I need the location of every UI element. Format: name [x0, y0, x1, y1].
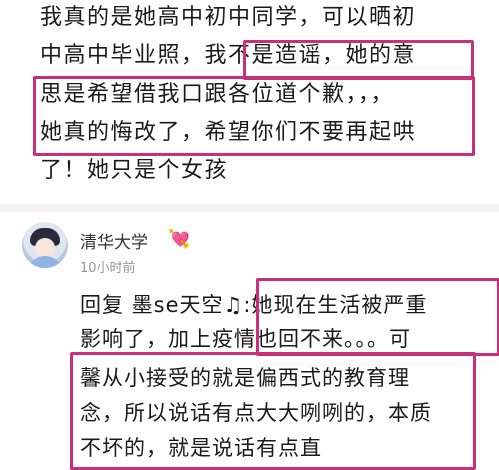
avatar[interactable]	[22, 222, 68, 268]
post-line-1: 我真的是她高中初中同学，可以晒初	[40, 5, 417, 30]
comment-line-5: 不坏的，就是说话有点直	[80, 436, 322, 460]
post-line-5: 了！她只是个女孩	[40, 158, 229, 183]
comment-line-1: 回复 墨se天空♫:她现在生活被严重	[80, 293, 428, 317]
comment-line-4: 念，所以说话有点大大咧咧的，本质	[80, 401, 432, 425]
post-line-4: 她真的悔改了，希望你们不要再起哄	[40, 120, 417, 145]
heart-icon: 💘	[168, 229, 191, 250]
post-line-2: 中高中毕业照，我不是造谣，她的意	[40, 43, 417, 68]
section-separator	[0, 204, 499, 212]
comment-username[interactable]: 清华大学	[80, 228, 148, 253]
post-line-3: 思是希望借我口跟各位道个歉，，，	[40, 82, 395, 107]
comment-timestamp: 10小时前	[80, 261, 136, 276]
original-post: 我真的是她高中初中同学，可以晒初 中高中毕业照，我不是造谣，她的意 思是希望借我…	[0, 0, 499, 200]
comment-line-2: 影响了，加上疫情也回不来。。。可	[80, 327, 411, 351]
comment-line-3: 馨从小接受的就是偏西式的教育理	[80, 366, 410, 390]
